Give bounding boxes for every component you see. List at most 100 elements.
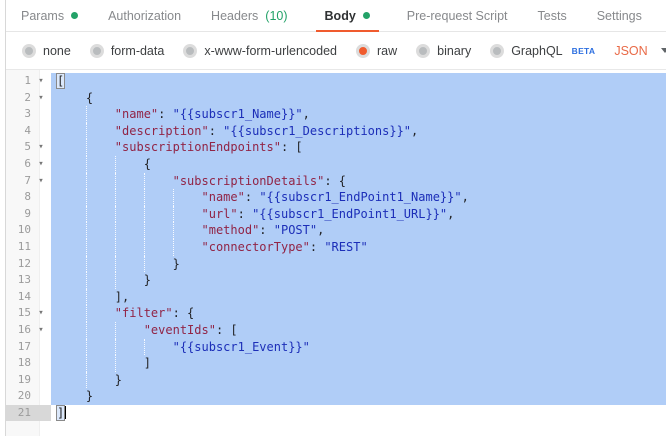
selection-highlight: ] bbox=[57, 406, 64, 420]
body-type-option-x-www-form-urlencoded[interactable]: x-www-form-urlencoded bbox=[183, 44, 337, 58]
code-line[interactable]: 5▾ "subscriptionEndpoints": [ bbox=[6, 139, 666, 156]
tab-label: Settings bbox=[597, 9, 642, 23]
body-type-option-binary[interactable]: binary bbox=[416, 44, 471, 58]
indent-guide bbox=[86, 173, 87, 190]
fold-spacer bbox=[31, 222, 51, 239]
json-string-value: "REST" bbox=[324, 240, 367, 254]
fold-arrow-icon[interactable]: ▾ bbox=[31, 322, 51, 339]
code-line-text: "method": "POST", bbox=[51, 222, 666, 239]
code-line[interactable]: 10 "method": "POST", bbox=[6, 222, 666, 239]
code-line[interactable]: 3 "name": "{{subscr1_Name}}", bbox=[6, 106, 666, 123]
json-punctuation: { bbox=[57, 157, 151, 171]
code-line-text: "url": "{{subscr1_EndPoint1_URL}}", bbox=[51, 206, 666, 223]
json-punctuation bbox=[57, 223, 202, 237]
fold-arrow-icon[interactable]: ▾ bbox=[31, 139, 51, 156]
code-line[interactable]: 18 ] bbox=[6, 355, 666, 372]
json-string-value: "{{subscr1_EndPoint1_Name}}" bbox=[259, 190, 461, 204]
tab-headers[interactable]: Headers(10) bbox=[209, 0, 289, 32]
indent-guide bbox=[115, 322, 116, 339]
code-line-text: "connectorType": "REST" bbox=[51, 239, 666, 256]
fold-arrow-icon[interactable]: ▾ bbox=[31, 305, 51, 322]
gutter-cell: 2▾ bbox=[6, 90, 51, 107]
green-dot-icon bbox=[71, 12, 78, 19]
gutter-cell: 1▾ bbox=[6, 73, 51, 90]
body-type-label: binary bbox=[437, 44, 471, 58]
code-line-text: ] bbox=[51, 355, 666, 372]
code-line-text: "subscriptionDetails": { bbox=[51, 173, 666, 190]
indent-guide bbox=[115, 239, 116, 256]
code-line[interactable]: 11 "connectorType": "REST" bbox=[6, 239, 666, 256]
line-number: 20 bbox=[6, 388, 31, 405]
request-tab-bar: Params Authorization Headers(10) Body Pre-re… bbox=[6, 0, 666, 32]
indent-guide bbox=[115, 272, 116, 289]
indent-guide bbox=[115, 189, 116, 206]
gutter-cell: 7▾ bbox=[6, 173, 51, 190]
chevron-down-icon bbox=[661, 48, 666, 53]
fold-arrow-icon[interactable]: ▾ bbox=[31, 156, 51, 173]
gutter-cell: 16▾ bbox=[6, 322, 51, 339]
json-punctuation: : bbox=[310, 240, 324, 254]
radio-icon bbox=[490, 44, 504, 58]
raw-body-editor[interactable]: 1▾[2▾ {3 "name": "{{subscr1_Name}}",4 "d… bbox=[6, 70, 666, 436]
gutter-cell: 15▾ bbox=[6, 305, 51, 322]
code-line-text: ], bbox=[51, 289, 666, 306]
code-line[interactable]: 12 } bbox=[6, 256, 666, 273]
json-key: "subscriptionDetails" bbox=[173, 174, 325, 188]
code-line[interactable]: 4 "description": "{{subscr1_Descriptions… bbox=[6, 123, 666, 140]
fold-arrow-icon[interactable]: ▾ bbox=[31, 73, 51, 90]
gutter-cell: 20 bbox=[6, 388, 51, 405]
indent-guide bbox=[86, 305, 87, 322]
tab-settings[interactable]: Settings bbox=[595, 0, 644, 32]
indent-guide bbox=[86, 139, 87, 156]
indent-guide bbox=[115, 355, 116, 372]
code-line[interactable]: 2▾ { bbox=[6, 90, 666, 107]
line-number: 8 bbox=[6, 189, 31, 206]
json-punctuation: : [ bbox=[216, 323, 238, 337]
indent-guide bbox=[86, 339, 87, 356]
tab-body[interactable]: Body bbox=[316, 0, 379, 32]
matching-bracket: ] bbox=[57, 406, 64, 420]
body-type-label: form-data bbox=[111, 44, 165, 58]
tab-tests[interactable]: Tests bbox=[536, 0, 569, 32]
gutter-cell: 11 bbox=[6, 239, 51, 256]
body-type-option-graphql[interactable]: GraphQLBETA bbox=[490, 44, 595, 58]
json-punctuation: : bbox=[259, 223, 273, 237]
body-type-option-form-data[interactable]: form-data bbox=[90, 44, 165, 58]
code-line[interactable]: 20 } bbox=[6, 388, 666, 405]
body-type-option-raw[interactable]: raw bbox=[356, 44, 397, 58]
json-punctuation: : { bbox=[173, 306, 195, 320]
code-line-text: "{{subscr1_Event}}" bbox=[51, 339, 666, 356]
indent-guide bbox=[86, 256, 87, 273]
code-line[interactable]: 19 } bbox=[6, 372, 666, 389]
indent-guide bbox=[144, 206, 145, 223]
fold-arrow-icon[interactable]: ▾ bbox=[31, 173, 51, 190]
gutter-cell: 6▾ bbox=[6, 156, 51, 173]
tab-pre-request-script[interactable]: Pre-request Script bbox=[405, 0, 510, 32]
code-line[interactable]: 13 } bbox=[6, 272, 666, 289]
language-selector[interactable]: JSON bbox=[614, 44, 666, 58]
fold-spacer bbox=[31, 239, 51, 256]
tab-authorization[interactable]: Authorization bbox=[106, 0, 183, 32]
code-line[interactable]: 15▾ "filter": { bbox=[6, 305, 666, 322]
code-line[interactable]: 21] bbox=[6, 405, 666, 422]
code-line[interactable]: 8 "name": "{{subscr1_EndPoint1_Name}}", bbox=[6, 189, 666, 206]
code-line[interactable]: 1▾[ bbox=[6, 73, 666, 90]
code-line[interactable]: 16▾ "eventIds": [ bbox=[6, 322, 666, 339]
body-type-option-none[interactable]: none bbox=[22, 44, 71, 58]
code-line[interactable]: 6▾ { bbox=[6, 156, 666, 173]
line-number: 6 bbox=[6, 156, 31, 173]
line-number: 2 bbox=[6, 90, 31, 107]
tab-label: Headers bbox=[211, 9, 258, 23]
json-key: "subscriptionEndpoints" bbox=[115, 140, 281, 154]
text-cursor bbox=[65, 406, 67, 419]
code-line[interactable]: 17 "{{subscr1_Event}}" bbox=[6, 339, 666, 356]
fold-arrow-icon[interactable]: ▾ bbox=[31, 90, 51, 107]
json-string-value: "{{subscr1_Event}}" bbox=[173, 340, 310, 354]
code-line[interactable]: 9 "url": "{{subscr1_EndPoint1_URL}}", bbox=[6, 206, 666, 223]
tab-params[interactable]: Params bbox=[19, 0, 80, 32]
gutter-cell: 3 bbox=[6, 106, 51, 123]
code-line[interactable]: 14 ], bbox=[6, 289, 666, 306]
code-line[interactable]: 7▾ "subscriptionDetails": { bbox=[6, 173, 666, 190]
json-string-value: "POST" bbox=[274, 223, 317, 237]
indent-guide bbox=[144, 173, 145, 190]
